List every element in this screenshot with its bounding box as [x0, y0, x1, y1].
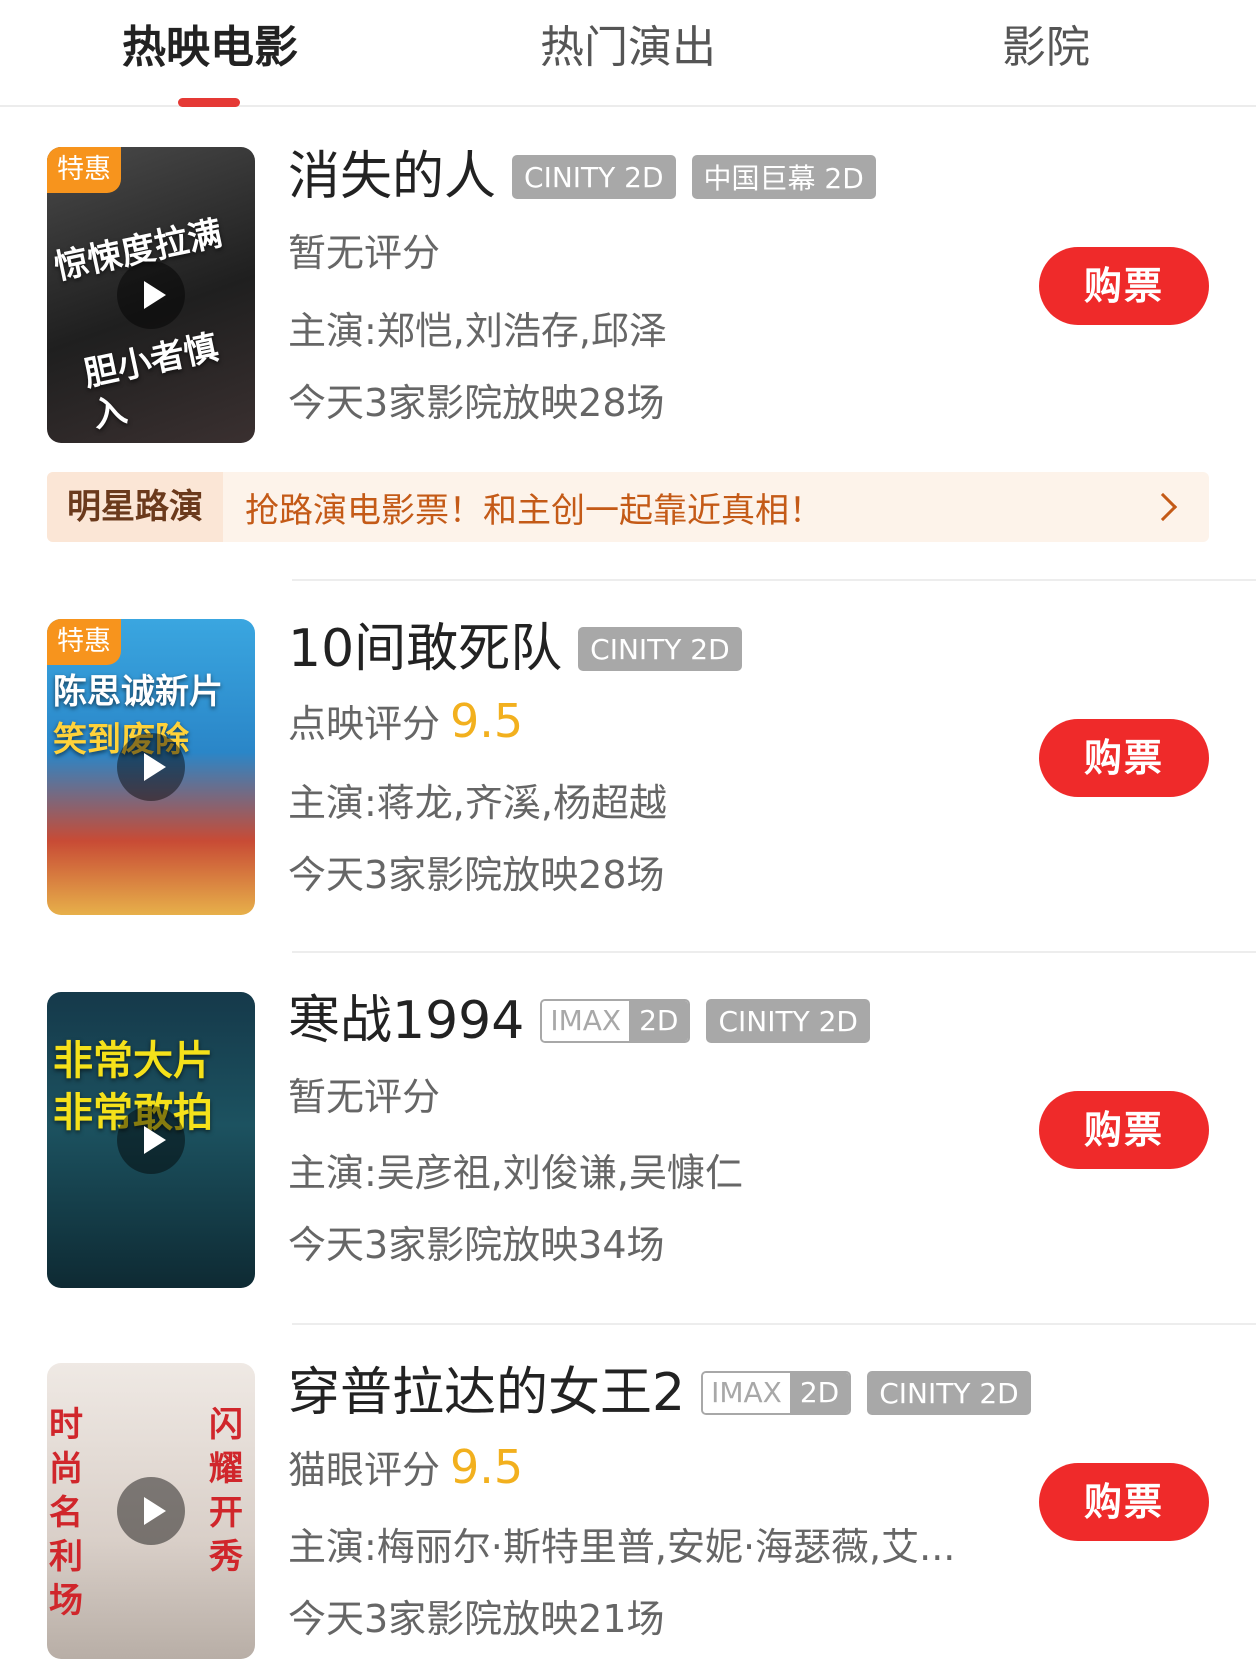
format-tag: CINITY 2D: [867, 1371, 1031, 1415]
movie-showings: 今天3家影院放映28场: [288, 381, 665, 425]
buy-ticket-button[interactable]: 购票: [1039, 719, 1209, 797]
play-icon[interactable]: [117, 261, 185, 329]
imax-tag: IMAX 2D: [701, 1371, 852, 1415]
movie-title-row: 穿普拉达的女王2 IMAX 2D CINITY 2D: [288, 1361, 1047, 1425]
format-tag: 中国巨幕 2D: [691, 155, 876, 199]
movie-title: 10间敢死队: [288, 619, 563, 679]
play-icon[interactable]: [117, 733, 185, 801]
buy-ticket-button[interactable]: 购票: [1039, 247, 1209, 325]
movie-title-row: 消失的人 CINITY 2D 中国巨幕 2D: [288, 145, 892, 209]
movie-score: 点映评分 9.5: [288, 697, 523, 748]
movie-showings: 今天3家影院放映34场: [288, 1223, 665, 1267]
movie-score: 暂无评分: [288, 1073, 440, 1121]
score-label: 点映评分: [288, 702, 441, 746]
imax-label: IMAX: [703, 1373, 790, 1413]
movie-poster[interactable]: 时尚名利场 闪耀开秀: [47, 1363, 255, 1659]
poster-caption: 非常大片: [53, 1038, 213, 1084]
movie-title-row: 10间敢死队 CINITY 2D: [288, 617, 758, 681]
imax-tag: IMAX 2D: [540, 999, 691, 1043]
format-tag: CINITY 2D: [512, 155, 676, 199]
movie-showings: 今天3家影院放映28场: [288, 853, 665, 897]
movie-cast: 主演:吴彦祖,刘俊谦,吴慷仁: [288, 1151, 743, 1195]
top-tab-bar: 热映电影 热门演出 影院: [0, 0, 1256, 107]
score-value: 9.5: [450, 694, 524, 748]
buy-ticket-button[interactable]: 购票: [1039, 1463, 1209, 1541]
movie-title: 寒战1994: [288, 991, 525, 1051]
play-icon[interactable]: [117, 1477, 185, 1545]
tab-cinemas[interactable]: 影院: [896, 18, 1196, 78]
special-offer-badge: 特惠: [47, 147, 121, 193]
divider: [292, 579, 1256, 581]
poster-caption: 时尚名利场: [49, 1405, 83, 1621]
roadshow-text: 抢路演电影票！和主创一起靠近真相！: [245, 490, 823, 531]
imax-label: IMAX: [542, 1001, 630, 1041]
score-value: 9.5: [450, 1440, 524, 1494]
divider: [292, 1323, 1256, 1325]
movie-score: 猫眼评分 9.5: [288, 1443, 523, 1494]
active-tab-indicator: [178, 98, 240, 107]
tab-hot-shows[interactable]: 热门演出: [478, 18, 778, 78]
movie-title-row: 寒战1994 IMAX 2D CINITY 2D: [288, 989, 886, 1053]
poster-caption: 陈思诚新片: [53, 672, 223, 712]
movie-score: 暂无评分: [288, 229, 440, 277]
format-tag: CINITY 2D: [706, 999, 870, 1043]
movie-poster[interactable]: 惊悚度拉满 胆小者慎入 特惠: [47, 147, 255, 443]
imax-dimension: 2D: [629, 1001, 689, 1041]
movie-poster[interactable]: 陈思诚新片 笑到废除 特惠: [47, 619, 255, 915]
star-roadshow-banner[interactable]: 明星路演 抢路演电影票！和主创一起靠近真相！: [47, 472, 1209, 542]
roadshow-label: 明星路演: [47, 472, 223, 542]
score-label: 暂无评分: [288, 231, 441, 275]
score-label: 猫眼评分: [288, 1448, 441, 1492]
movie-title: 穿普拉达的女王2: [288, 1363, 686, 1423]
movie-showings: 今天3家影院放映21场: [288, 1597, 665, 1641]
divider: [292, 951, 1256, 953]
play-icon[interactable]: [117, 1106, 185, 1174]
movie-poster[interactable]: 非常大片 非常敢拍: [47, 992, 255, 1288]
special-offer-badge: 特惠: [47, 619, 121, 665]
poster-caption: 闪耀开秀: [209, 1405, 243, 1577]
movie-cast: 主演:蒋龙,齐溪,杨超越: [288, 781, 667, 825]
format-tag: CINITY 2D: [578, 627, 742, 671]
tab-now-showing[interactable]: 热映电影: [60, 18, 360, 78]
chevron-right-icon: [1148, 492, 1178, 522]
movie-cast: 主演:郑恺,刘浩存,邱泽: [288, 309, 667, 353]
imax-dimension: 2D: [789, 1373, 850, 1413]
score-label: 暂无评分: [288, 1075, 441, 1119]
buy-ticket-button[interactable]: 购票: [1039, 1091, 1209, 1169]
movie-cast: 主演:梅丽尔·斯特里普,安妮·海瑟薇,艾...: [288, 1525, 956, 1569]
movie-title: 消失的人: [288, 147, 497, 207]
